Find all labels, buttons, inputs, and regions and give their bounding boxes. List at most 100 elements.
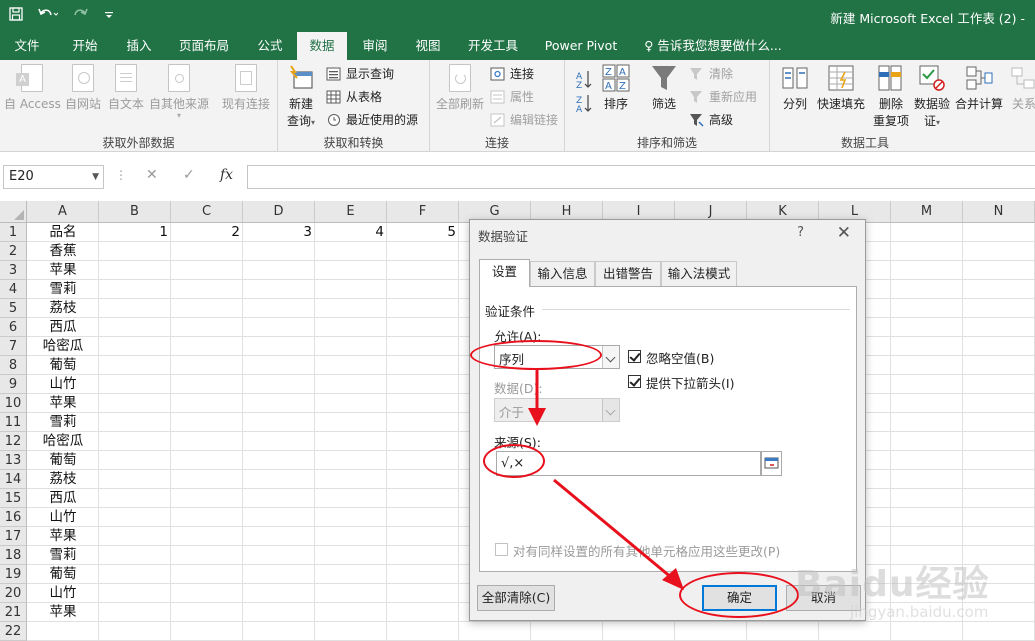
cell-a14[interactable]: 荔枝 <box>27 470 99 489</box>
cell-e1[interactable]: 4 <box>315 223 387 242</box>
text-to-columns-button[interactable]: 分列 <box>778 64 812 112</box>
customize-qat-icon[interactable] <box>104 6 114 28</box>
row-header-14[interactable]: 14 <box>0 470 27 489</box>
cell-a4[interactable]: 雪莉 <box>27 280 99 299</box>
edit-links-button[interactable]: 编辑链接 <box>490 110 558 130</box>
column-header-d[interactable]: D <box>243 201 315 223</box>
save-icon[interactable] <box>8 6 24 28</box>
cell-f1[interactable]: 5 <box>387 223 459 242</box>
row-header-22[interactable]: 22 <box>0 622 27 641</box>
row-header-3[interactable]: 3 <box>0 261 27 280</box>
cancel-button[interactable]: 取消 <box>786 585 861 611</box>
row-header-1[interactable]: 1 <box>0 223 27 242</box>
show-queries-button[interactable]: 显示查询 <box>326 64 394 84</box>
reapply-button[interactable]: 重新应用 <box>689 87 757 107</box>
source-input[interactable]: √,× <box>496 451 761 476</box>
row-header-15[interactable]: 15 <box>0 489 27 508</box>
cell-a3[interactable]: 苹果 <box>27 261 99 280</box>
tab-ime-mode[interactable]: 输入法模式 <box>661 261 737 286</box>
row-header-13[interactable]: 13 <box>0 451 27 470</box>
consolidate-button[interactable]: 合并计算 <box>954 64 1004 112</box>
row-header-5[interactable]: 5 <box>0 299 27 318</box>
existing-connections-button[interactable]: 现有连接 <box>218 64 274 112</box>
cell-d1[interactable]: 3 <box>243 223 315 242</box>
column-header-n[interactable]: N <box>963 201 1035 223</box>
new-query-button[interactable]: 新建 查询▾ <box>284 64 318 129</box>
sort-button[interactable]: ZAAZ 排序 <box>601 64 631 112</box>
cell-a13[interactable]: 葡萄 <box>27 451 99 470</box>
column-header-e[interactable]: E <box>315 201 387 223</box>
cell-a20[interactable]: 山竹 <box>27 584 99 603</box>
tab-formulas[interactable]: 公式 <box>246 32 294 60</box>
ignore-blank-checkbox[interactable] <box>628 350 641 363</box>
row-header-8[interactable]: 8 <box>0 356 27 375</box>
cell-a12[interactable]: 哈密瓜 <box>27 432 99 451</box>
column-header-f[interactable]: F <box>387 201 459 223</box>
tab-page-layout[interactable]: 页面布局 <box>170 32 238 60</box>
confirm-entry-icon[interactable]: ✓ <box>183 167 195 183</box>
allow-select-chevron-down-icon[interactable] <box>602 346 619 368</box>
ok-button[interactable]: 确定 <box>702 585 777 611</box>
advanced-filter-button[interactable]: 高级 <box>689 110 733 130</box>
redo-icon[interactable] <box>70 6 92 28</box>
tab-developer[interactable]: 开发工具 <box>458 32 528 60</box>
cell-a8[interactable]: 葡萄 <box>27 356 99 375</box>
row-header-7[interactable]: 7 <box>0 337 27 356</box>
row-header-2[interactable]: 2 <box>0 242 27 261</box>
tab-insert[interactable]: 插入 <box>114 32 164 60</box>
cell-a18[interactable]: 雪莉 <box>27 546 99 565</box>
row-header-6[interactable]: 6 <box>0 318 27 337</box>
cell-a11[interactable]: 雪莉 <box>27 413 99 432</box>
cell-a10[interactable]: 苹果 <box>27 394 99 413</box>
help-button[interactable]: ? <box>797 225 804 240</box>
cell-a5[interactable]: 荔枝 <box>27 299 99 318</box>
relationships-button[interactable]: 关系 <box>1010 64 1035 112</box>
tab-error-alert[interactable]: 出错警告 <box>595 261 661 286</box>
clear-filter-button[interactable]: 清除 <box>689 64 733 84</box>
row-header-18[interactable]: 18 <box>0 546 27 565</box>
properties-button[interactable]: 属性 <box>490 87 534 107</box>
tab-file[interactable]: 文件 <box>0 32 54 60</box>
row-header-11[interactable]: 11 <box>0 413 27 432</box>
name-box-dropdown-icon[interactable]: ▼ <box>92 166 99 188</box>
tab-review[interactable]: 审阅 <box>352 32 398 60</box>
cell-a7[interactable]: 哈密瓜 <box>27 337 99 356</box>
from-web-button[interactable]: 自网站 <box>63 64 103 112</box>
cell-a22[interactable] <box>27 622 99 641</box>
data-validation-button[interactable]: 数据验 证▾ <box>914 64 950 129</box>
row-header-17[interactable]: 17 <box>0 527 27 546</box>
name-box[interactable]: E20 ▼ <box>3 165 104 189</box>
remove-duplicates-button[interactable]: 删除 重复项 <box>872 64 910 129</box>
from-text-button[interactable]: 自文本 <box>106 64 146 112</box>
cancel-entry-icon[interactable]: ✕ <box>146 167 158 183</box>
in-cell-dropdown-checkbox[interactable] <box>628 375 641 388</box>
allow-select[interactable]: 序列 <box>494 345 620 369</box>
from-table-button[interactable]: 从表格 <box>326 87 382 107</box>
cell-a17[interactable]: 苹果 <box>27 527 99 546</box>
cell-a2[interactable]: 香蕉 <box>27 242 99 261</box>
column-header-b[interactable]: B <box>99 201 171 223</box>
row-header-9[interactable]: 9 <box>0 375 27 394</box>
flash-fill-button[interactable]: 快速填充 <box>816 64 866 112</box>
column-header-c[interactable]: C <box>171 201 243 223</box>
row-header-20[interactable]: 20 <box>0 584 27 603</box>
cell-c1[interactable]: 2 <box>171 223 243 242</box>
tab-settings[interactable]: 设置 <box>479 259 530 287</box>
row-header-21[interactable]: 21 <box>0 603 27 622</box>
tab-input-message[interactable]: 输入信息 <box>530 261 595 286</box>
cell-a15[interactable]: 西瓜 <box>27 489 99 508</box>
undo-icon[interactable] <box>36 6 59 28</box>
connections-button[interactable]: 连接 <box>490 64 534 84</box>
cell-a1[interactable]: 品名 <box>27 223 99 242</box>
row-header-12[interactable]: 12 <box>0 432 27 451</box>
cell-b1[interactable]: 1 <box>99 223 171 242</box>
refresh-all-button[interactable]: 全部刷新 <box>434 64 486 112</box>
insert-function-button[interactable]: fx <box>220 167 233 183</box>
tell-me-search[interactable]: ♀ 告诉我您想要做什么... <box>638 32 788 60</box>
tab-data[interactable]: 数据 <box>297 32 347 60</box>
column-header-a[interactable]: A <box>27 201 99 223</box>
formula-input[interactable] <box>247 165 1035 189</box>
close-icon[interactable]: ✕ <box>837 223 851 243</box>
from-other-sources-button[interactable]: 自其他来源 ▾ <box>148 64 210 120</box>
clear-all-button[interactable]: 全部清除(C) <box>477 585 555 611</box>
